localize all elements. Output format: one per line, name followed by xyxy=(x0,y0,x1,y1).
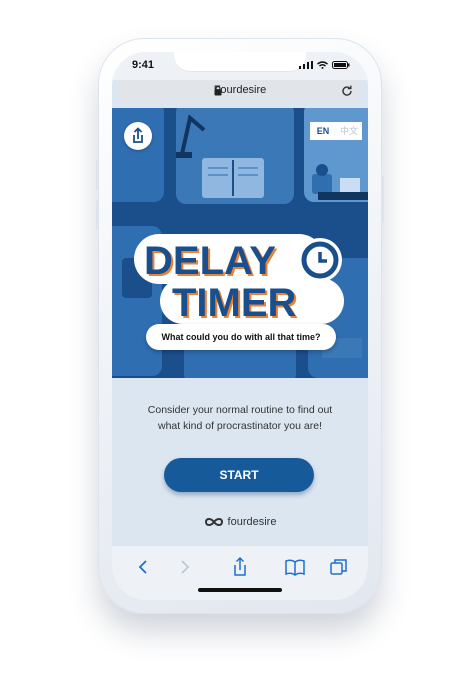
intro-text: Consider your normal routine to find out… xyxy=(112,402,368,434)
battery-icon xyxy=(332,61,350,69)
intro-line-2: what kind of procrastinator you are! xyxy=(157,420,322,432)
signal-icon xyxy=(299,61,313,69)
bookmarks-icon[interactable] xyxy=(284,556,306,578)
share-button[interactable] xyxy=(124,122,152,150)
language-switch: EN 中文 xyxy=(310,122,362,140)
wifi-icon xyxy=(317,61,328,69)
brand-name: fourdesire xyxy=(227,516,277,528)
lang-en-button[interactable]: EN xyxy=(310,122,336,140)
status-time: 9:41 xyxy=(132,59,155,71)
delay-timer-logo: DELAY DELAY TIMER TIMER xyxy=(134,230,344,327)
status-icons xyxy=(299,61,350,69)
tabs-icon[interactable] xyxy=(328,556,350,578)
home-indicator xyxy=(198,588,282,592)
volume-button xyxy=(96,160,99,190)
notch xyxy=(174,52,306,72)
svg-text:DELAY: DELAY xyxy=(144,239,276,283)
tagline-bubble: What could you do with all that time? xyxy=(146,324,336,350)
url-text: Fourdesire xyxy=(213,84,267,96)
reload-icon[interactable] xyxy=(340,84,354,98)
address-bar[interactable]: Fourdesire xyxy=(120,80,360,102)
volume-button xyxy=(96,200,99,230)
power-button xyxy=(381,175,384,223)
back-icon[interactable] xyxy=(132,556,154,578)
forward-icon[interactable] xyxy=(174,556,196,578)
infinity-logo-icon xyxy=(204,518,223,526)
status-bar: 9:41 xyxy=(112,52,368,80)
brand-footer: fourdesire xyxy=(112,516,368,528)
start-button[interactable]: START xyxy=(164,458,314,492)
screen: 9:41 Fourdesire DELAY DELAY TIMER TIMER … xyxy=(112,52,368,600)
share-icon xyxy=(133,127,143,143)
lang-zh-button[interactable]: 中文 xyxy=(336,122,362,140)
svg-text:TIMER: TIMER xyxy=(172,281,297,325)
share-sheet-icon[interactable] xyxy=(229,556,251,578)
intro-line-1: Consider your normal routine to find out xyxy=(147,404,333,416)
